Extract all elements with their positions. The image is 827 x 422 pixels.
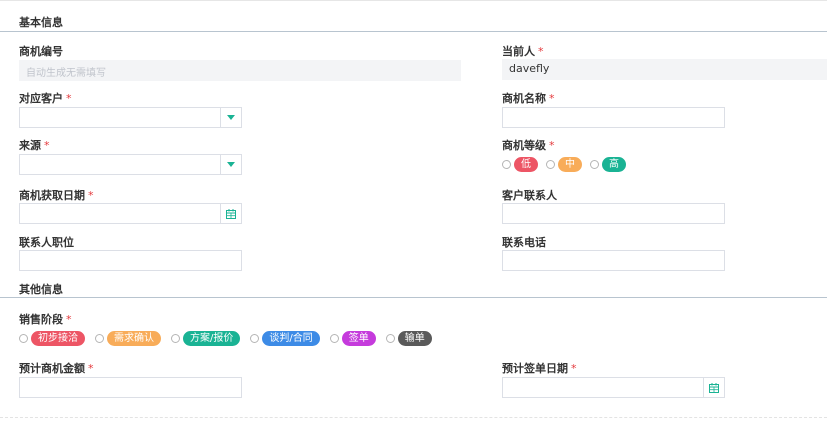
- section-title-other: 其他信息: [19, 283, 63, 296]
- level-option-medium[interactable]: 中: [546, 157, 582, 172]
- stage-option-proposal[interactable]: 方案/报价: [171, 331, 241, 346]
- caret-down-icon: [227, 115, 235, 120]
- source-dropdown-toggle[interactable]: [220, 155, 241, 174]
- label-sales-stage: 销售阶段 *: [19, 313, 72, 326]
- opportunity-name-input[interactable]: [502, 107, 725, 128]
- contact-title-input[interactable]: [19, 250, 242, 271]
- expected-sign-date-picker-button[interactable]: [703, 378, 724, 397]
- stage-tag-won: 签单: [341, 331, 376, 346]
- label-expected-amount: 预计商机金额 *: [19, 362, 94, 375]
- section-title-basic: 基本信息: [19, 16, 63, 29]
- label-expected-sign-date: 预计签单日期 *: [502, 362, 577, 375]
- stage-option-won[interactable]: 签单: [329, 331, 376, 346]
- radio-circle[interactable]: [385, 334, 395, 343]
- source-select[interactable]: [19, 154, 242, 175]
- label-acquired-date: 商机获取日期 *: [19, 189, 94, 202]
- customer-dropdown-toggle[interactable]: [220, 108, 241, 127]
- calendar-icon: [709, 382, 719, 393]
- level-tag-medium: 中: [558, 157, 582, 172]
- contact-input[interactable]: [502, 203, 725, 224]
- expected-sign-date-input[interactable]: [502, 377, 725, 398]
- contact-phone-input[interactable]: [502, 250, 725, 271]
- stage-option-initial[interactable]: 初步接洽: [19, 331, 85, 346]
- radio-circle[interactable]: [250, 334, 260, 343]
- customer-select[interactable]: [19, 107, 242, 128]
- opportunity-no-field: 自动生成无需填写: [19, 60, 461, 81]
- stage-tag-proposal: 方案/报价: [183, 331, 241, 346]
- opportunity-no-placeholder: 自动生成无需填写: [26, 68, 106, 79]
- label-contact-title: 联系人职位: [19, 236, 74, 249]
- stage-option-negotiation[interactable]: 谈判/合同: [250, 331, 320, 346]
- expected-amount-input[interactable]: [19, 377, 242, 398]
- label-contact: 客户联系人: [502, 189, 557, 202]
- radio-circle[interactable]: [546, 160, 555, 169]
- radio-circle[interactable]: [502, 160, 511, 169]
- label-contact-phone: 联系电话: [502, 236, 546, 249]
- level-tag-low: 低: [514, 157, 538, 172]
- radio-circle[interactable]: [95, 334, 104, 343]
- level-tag-high: 高: [602, 157, 626, 172]
- level-option-low[interactable]: 低: [502, 157, 538, 172]
- acquired-date-input[interactable]: [19, 203, 242, 224]
- radio-circle[interactable]: [329, 334, 339, 343]
- top-border: [0, 0, 827, 1]
- label-current-owner: 当前人 *: [502, 45, 544, 58]
- radio-circle[interactable]: [590, 160, 599, 169]
- stage-option-lost[interactable]: 输单: [385, 331, 432, 346]
- label-opportunity-no: 商机编号: [19, 45, 63, 58]
- label-level: 商机等级 *: [502, 139, 555, 152]
- label-source: 来源 *: [19, 139, 50, 152]
- radio-circle[interactable]: [19, 334, 28, 343]
- calendar-icon: [226, 208, 236, 219]
- stage-tag-lost: 输单: [397, 331, 432, 346]
- label-opportunity-name: 商机名称 *: [502, 92, 555, 105]
- footer-divider: [0, 417, 827, 418]
- label-customer: 对应客户 *: [19, 92, 72, 105]
- current-owner-field: davefly: [502, 59, 827, 80]
- sales-stage-radio-group: 初步接洽 需求确认 方案/报价 谈判/合同 签单 输单: [19, 331, 440, 346]
- section-divider-basic: [0, 31, 827, 32]
- stage-tag-negotiation: 谈判/合同: [262, 331, 320, 346]
- radio-circle[interactable]: [171, 334, 180, 343]
- section-divider-other: [0, 297, 827, 298]
- current-owner-value: davefly: [509, 62, 550, 75]
- level-radio-group: 低 中 高: [502, 157, 634, 172]
- acquired-date-picker-button[interactable]: [220, 204, 241, 223]
- level-option-high[interactable]: 高: [590, 157, 626, 172]
- caret-down-icon: [227, 162, 235, 167]
- stage-option-needs[interactable]: 需求确认: [95, 331, 161, 346]
- stage-tag-needs: 需求确认: [107, 331, 161, 346]
- stage-tag-initial: 初步接洽: [31, 331, 85, 346]
